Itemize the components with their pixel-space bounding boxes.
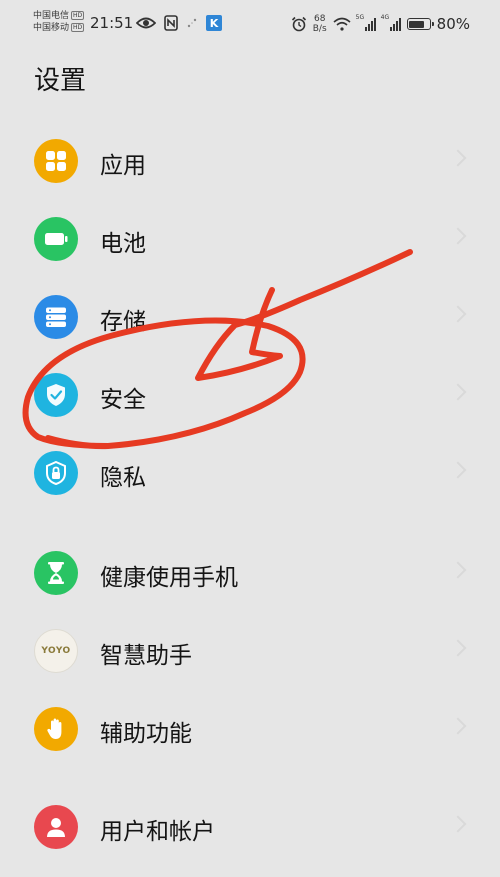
chevron-right-icon — [449, 639, 467, 657]
signal-5g-icon: 5G — [355, 14, 376, 31]
notification-icons: K — [136, 14, 222, 32]
yoyo-icon-text: YOYO — [41, 646, 71, 656]
settings-item-digital-balance[interactable]: 健康使用手机 — [0, 534, 500, 612]
signal-5g-label: 5G — [355, 14, 365, 21]
settings-item-label: 存储 — [100, 309, 146, 335]
chevron-right-icon — [449, 561, 467, 579]
eye-icon — [136, 17, 156, 29]
settings-item-label: 应用 — [100, 153, 146, 179]
hand-icon — [34, 707, 78, 751]
chevron-right-icon — [449, 815, 467, 833]
settings-item-label: 隐私 — [100, 465, 146, 491]
storage-icon — [34, 295, 78, 339]
nfc-icon — [164, 15, 178, 31]
apps-icon — [34, 139, 78, 183]
net-speed: 68 B/s — [313, 14, 327, 34]
chevron-right-icon — [449, 227, 467, 245]
settings-item-label: 智慧助手 — [100, 643, 192, 669]
battery-icon — [406, 18, 434, 30]
net-speed-unit: B/s — [312, 24, 327, 34]
chevron-right-icon — [449, 461, 467, 479]
settings-item-storage[interactable]: 存储 — [0, 278, 500, 356]
carrier-info: 中国电信 HD 中国移动 HD — [33, 10, 85, 34]
settings-item-users-accounts[interactable]: 用户和帐户 — [0, 788, 500, 866]
settings-item-label: 用户和帐户 — [100, 819, 215, 845]
chevron-right-icon — [449, 717, 467, 735]
signal-4g-label: 4G — [380, 14, 390, 21]
chevron-right-icon — [449, 383, 467, 401]
hourglass-icon — [34, 551, 78, 595]
settings-item-accessibility[interactable]: 辅助功能 — [0, 690, 500, 768]
shield-icon — [34, 373, 78, 417]
hd-badge: HD — [71, 23, 85, 32]
net-speed-value: 68 — [313, 14, 326, 24]
yoyo-icon: YOYO — [34, 629, 78, 673]
chevron-right-icon — [449, 305, 467, 323]
settings-item-label: 安全 — [100, 387, 146, 413]
settings-item-label: 辅助功能 — [100, 721, 192, 747]
settings-item-battery[interactable]: 电池 — [0, 200, 500, 278]
status-time: 21:51 — [90, 14, 134, 32]
settings-item-security[interactable]: 安全 — [0, 356, 500, 434]
privacy-lock-icon — [34, 451, 78, 495]
settings-item-label: 健康使用手机 — [100, 565, 238, 591]
battery-icon — [34, 217, 78, 261]
settings-item-assistant[interactable]: YOYO 智慧助手 — [0, 612, 500, 690]
settings-item-privacy[interactable]: 隐私 — [0, 434, 500, 512]
app-badge-label: K — [209, 16, 219, 30]
hd-badge: HD — [71, 11, 85, 20]
settings-item-label: 电池 — [100, 231, 146, 257]
page-title: 设置 — [34, 66, 87, 96]
dots-icon — [187, 18, 197, 28]
status-bar: 中国电信 HD 中国移动 HD 21:51 K 68 B/s 5G 4G 80% — [0, 0, 500, 46]
signal-4g-icon: 4G — [380, 14, 401, 31]
alarm-icon — [291, 16, 306, 32]
carrier-1-label: 中国电信 — [33, 11, 70, 21]
carrier-2-label: 中国移动 — [33, 23, 70, 33]
chevron-right-icon — [449, 149, 467, 167]
user-icon — [34, 805, 78, 849]
status-right: 68 B/s 5G 4G 80% — [291, 10, 470, 38]
battery-percent: 80% — [436, 15, 470, 33]
settings-item-apps[interactable]: 应用 — [0, 122, 500, 200]
wifi-icon — [333, 17, 351, 31]
app-badge-icon: K — [206, 15, 222, 31]
